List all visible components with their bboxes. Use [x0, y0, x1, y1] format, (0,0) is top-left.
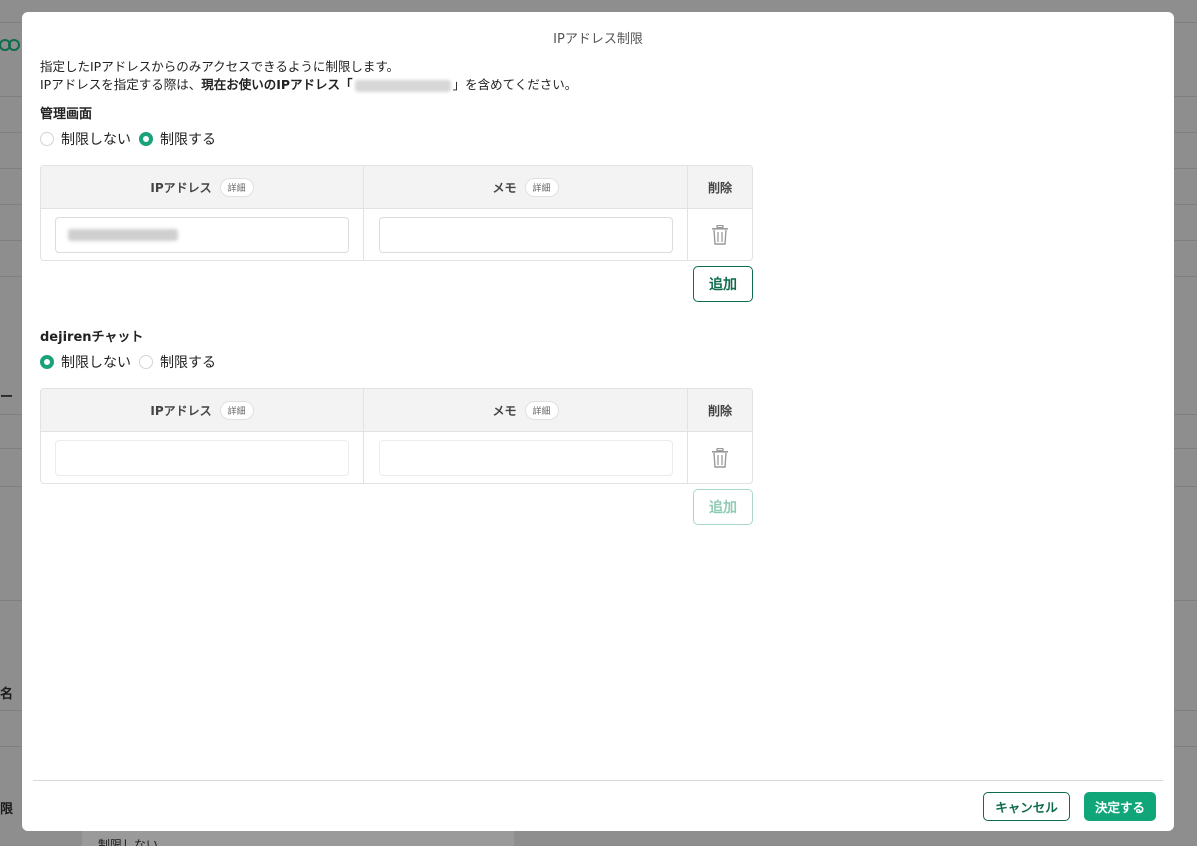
table-row [41, 432, 752, 483]
ip-restriction-modal: IPアドレス制限 指定したIPアドレスからのみアクセスできるように制限します。 … [22, 12, 1174, 831]
section-title: 管理画面 [40, 107, 93, 122]
memo-input[interactable] [378, 439, 673, 476]
ip-address-input[interactable] [55, 439, 349, 476]
radio-label: 制限する [160, 355, 216, 371]
column-header-ip: IPアドレス 詳細 [41, 166, 364, 208]
bg-text: 名 [0, 687, 14, 702]
column-header-memo: メモ 詳細 [364, 166, 688, 208]
column-header-ip: IPアドレス 詳細 [41, 389, 364, 431]
column-header-delete: 削除 [707, 403, 732, 418]
chat-section: dejirenチャット 制限しない 制限する IPアドレス 詳細 メモ 詳細 削… [40, 326, 753, 525]
header-label: IPアドレス [150, 180, 212, 195]
logo-icon [0, 39, 20, 51]
ip-detail-badge[interactable]: 詳細 [219, 177, 254, 197]
admin-ip-table: IPアドレス 詳細 メモ 詳細 削除 [40, 165, 753, 261]
admin-add-button[interactable]: 追加 [693, 266, 753, 302]
admin-radio-restrict[interactable]: 制限する [139, 129, 216, 149]
ip-cell [41, 209, 364, 260]
header-label: メモ [492, 403, 517, 418]
description-line-1: 指定したIPアドレスからのみアクセスできるように制限します。 [40, 59, 400, 74]
admin-radio-no-restrict[interactable]: 制限しない [40, 129, 131, 149]
delete-cell [688, 432, 752, 483]
radio-indicator-selected [40, 355, 54, 369]
modal-title: IPアドレス制限 [553, 32, 643, 47]
header-label: IPアドレス [150, 403, 212, 418]
table-row [41, 209, 752, 260]
memo-detail-badge[interactable]: 詳細 [524, 177, 559, 197]
radio-label: 制限しない [61, 132, 131, 148]
current-ip-redacted [354, 79, 451, 92]
chat-add-button[interactable]: 追加 [693, 489, 753, 525]
description-line-2: IPアドレスを指定する際は、現在お使いのIPアドレス「 」を含めてください。 [40, 76, 577, 94]
chat-ip-table: IPアドレス 詳細 メモ 詳細 削除 [40, 388, 753, 484]
trash-icon[interactable] [711, 224, 729, 245]
column-header-delete: 削除 [707, 180, 732, 195]
table-header: IPアドレス 詳細 メモ 詳細 削除 [41, 166, 752, 209]
radio-indicator-selected [139, 132, 153, 146]
memo-detail-badge[interactable]: 詳細 [524, 400, 559, 420]
radio-label: 制限する [160, 132, 216, 148]
ip-detail-badge[interactable]: 詳細 [219, 400, 254, 420]
column-header-memo: メモ 詳細 [364, 389, 688, 431]
memo-cell [364, 209, 688, 260]
description-bold: 現在お使いのIPアドレス「 [201, 77, 353, 92]
table-header: IPアドレス 詳細 メモ 詳細 削除 [41, 389, 752, 432]
bg-text: 制限しない [98, 838, 159, 846]
ip-address-input[interactable] [55, 216, 349, 253]
footer-divider [33, 780, 1163, 781]
delete-cell [688, 209, 752, 260]
admin-restriction-radio-group: 制限しない 制限する [40, 129, 753, 149]
confirm-button[interactable]: 決定する [1084, 792, 1156, 821]
description-text: IPアドレスを指定する際は、 [40, 77, 202, 92]
chat-radio-no-restrict[interactable]: 制限しない [40, 352, 131, 372]
trash-icon[interactable] [711, 447, 729, 468]
radio-label: 制限しない [61, 355, 131, 371]
memo-input[interactable] [378, 216, 673, 253]
radio-indicator [139, 355, 153, 369]
cancel-button[interactable]: キャンセル [983, 792, 1070, 821]
ip-cell [41, 432, 364, 483]
admin-section: 管理画面 制限しない 制限する IPアドレス 詳細 メモ 詳細 削除 追加 [40, 103, 753, 302]
memo-cell [364, 432, 688, 483]
section-title: dejirenチャット [40, 330, 144, 345]
bg-text: 限 [0, 802, 14, 817]
chat-restriction-radio-group: 制限しない 制限する [40, 352, 753, 372]
modal-description: 指定したIPアドレスからのみアクセスできるように制限します。 IPアドレスを指定… [40, 58, 577, 94]
bg-text: ー [0, 390, 14, 405]
ip-value-redacted [68, 228, 178, 241]
description-text: 」を含めてください。 [452, 77, 578, 92]
chat-radio-restrict[interactable]: 制限する [139, 352, 216, 372]
radio-indicator [40, 132, 54, 146]
header-label: メモ [492, 180, 517, 195]
